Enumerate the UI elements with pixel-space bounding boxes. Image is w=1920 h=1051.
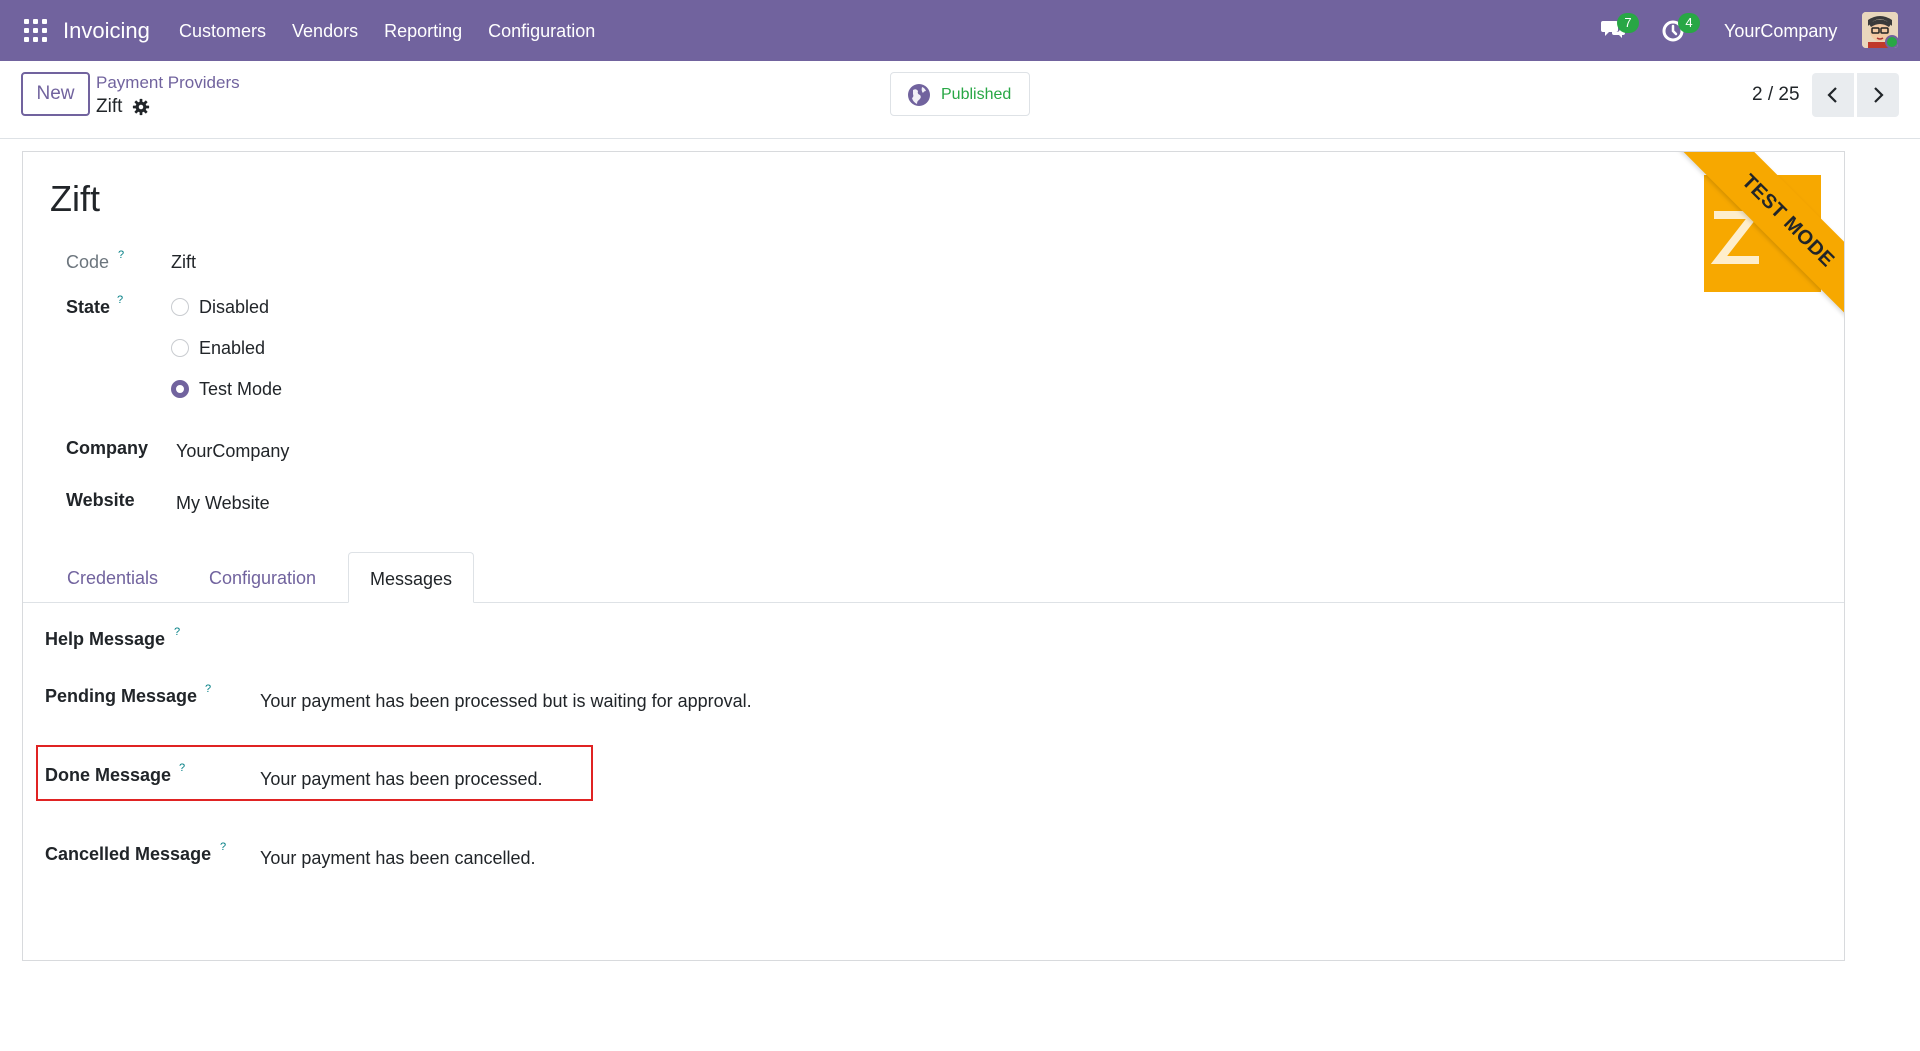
menu-item-vendors[interactable]: Vendors xyxy=(292,19,358,43)
state-radio-test-mode[interactable] xyxy=(171,380,189,398)
code-label: Code xyxy=(66,252,110,272)
breadcrumb-payment-providers[interactable]: Payment Providers xyxy=(96,72,240,94)
pager-value[interactable]: 2 / 25 xyxy=(1752,83,1800,107)
globe-icon xyxy=(908,84,930,106)
clock-icon[interactable]: 4 xyxy=(1661,13,1700,45)
tab-messages[interactable]: Messages xyxy=(348,552,475,603)
company-value[interactable]: YourCompany xyxy=(176,439,289,463)
website-label: Website xyxy=(66,490,135,510)
messages-count-badge: 7 xyxy=(1617,13,1639,33)
chat-icon[interactable]: 7 xyxy=(1600,13,1639,45)
menu-item-customers[interactable]: Customers xyxy=(179,19,266,43)
pager-previous-button[interactable] xyxy=(1812,73,1854,117)
record-title[interactable]: Zift xyxy=(50,176,100,222)
code-tooltip-icon[interactable]: ? xyxy=(118,249,124,261)
top-navbar: Invoicing Customers Vendors Reporting Co… xyxy=(0,0,1920,61)
main-menu: Customers Vendors Reporting Configuratio… xyxy=(179,19,621,43)
app-name[interactable]: Invoicing xyxy=(63,17,150,45)
published-label: Published xyxy=(941,86,1012,103)
control-panel: New Payment Providers Zift Published 2 /… xyxy=(0,61,1920,139)
online-status-dot xyxy=(1885,35,1898,48)
state-option-enabled[interactable]: Enabled xyxy=(199,336,265,360)
state-radio-disabled[interactable] xyxy=(171,298,189,316)
form-sheet: TEST MODE Zift Code ? Zift State ? Disab… xyxy=(22,151,1845,961)
test-mode-ribbon: TEST MODE xyxy=(1644,152,1844,352)
user-avatar[interactable] xyxy=(1862,12,1898,48)
cancelled-message-label: Cancelled Message xyxy=(45,844,212,864)
state-option-disabled[interactable]: Disabled xyxy=(199,295,269,319)
state-option-test-mode[interactable]: Test Mode xyxy=(199,377,282,401)
done-message-highlight-box xyxy=(36,745,593,801)
help-message-tooltip-icon[interactable]: ? xyxy=(174,626,180,638)
chevron-left-icon xyxy=(1827,87,1837,103)
pager-next-button[interactable] xyxy=(1857,73,1899,117)
state-label: State xyxy=(66,297,111,317)
code-value: Zift xyxy=(171,252,196,272)
company-label: Company xyxy=(66,438,149,458)
menu-item-reporting[interactable]: Reporting xyxy=(384,19,462,43)
pending-message-value[interactable]: Your payment has been processed but is w… xyxy=(260,689,752,713)
pending-message-label: Pending Message xyxy=(45,686,198,706)
chevron-right-icon xyxy=(1874,87,1884,103)
pending-message-tooltip-icon[interactable]: ? xyxy=(205,683,211,695)
gear-icon[interactable] xyxy=(132,98,150,116)
activities-count-badge: 4 xyxy=(1678,13,1700,33)
company-switcher[interactable]: YourCompany xyxy=(1724,19,1837,43)
help-message-value[interactable] xyxy=(260,627,1760,651)
breadcrumb-current: Zift xyxy=(96,96,123,117)
menu-item-configuration[interactable]: Configuration xyxy=(488,19,595,43)
tab-credentials[interactable]: Credentials xyxy=(67,552,158,603)
help-message-label: Help Message xyxy=(45,629,166,649)
apps-grid-icon[interactable] xyxy=(24,19,47,42)
state-tooltip-icon[interactable]: ? xyxy=(117,294,123,306)
tab-configuration[interactable]: Configuration xyxy=(209,552,316,603)
published-toggle-button[interactable]: Published xyxy=(890,72,1030,116)
state-radio-enabled[interactable] xyxy=(171,339,189,357)
website-value[interactable]: My Website xyxy=(176,491,270,515)
new-button[interactable]: New xyxy=(21,72,90,116)
cancelled-message-tooltip-icon[interactable]: ? xyxy=(220,841,226,853)
cancelled-message-value[interactable]: Your payment has been cancelled. xyxy=(260,846,536,870)
